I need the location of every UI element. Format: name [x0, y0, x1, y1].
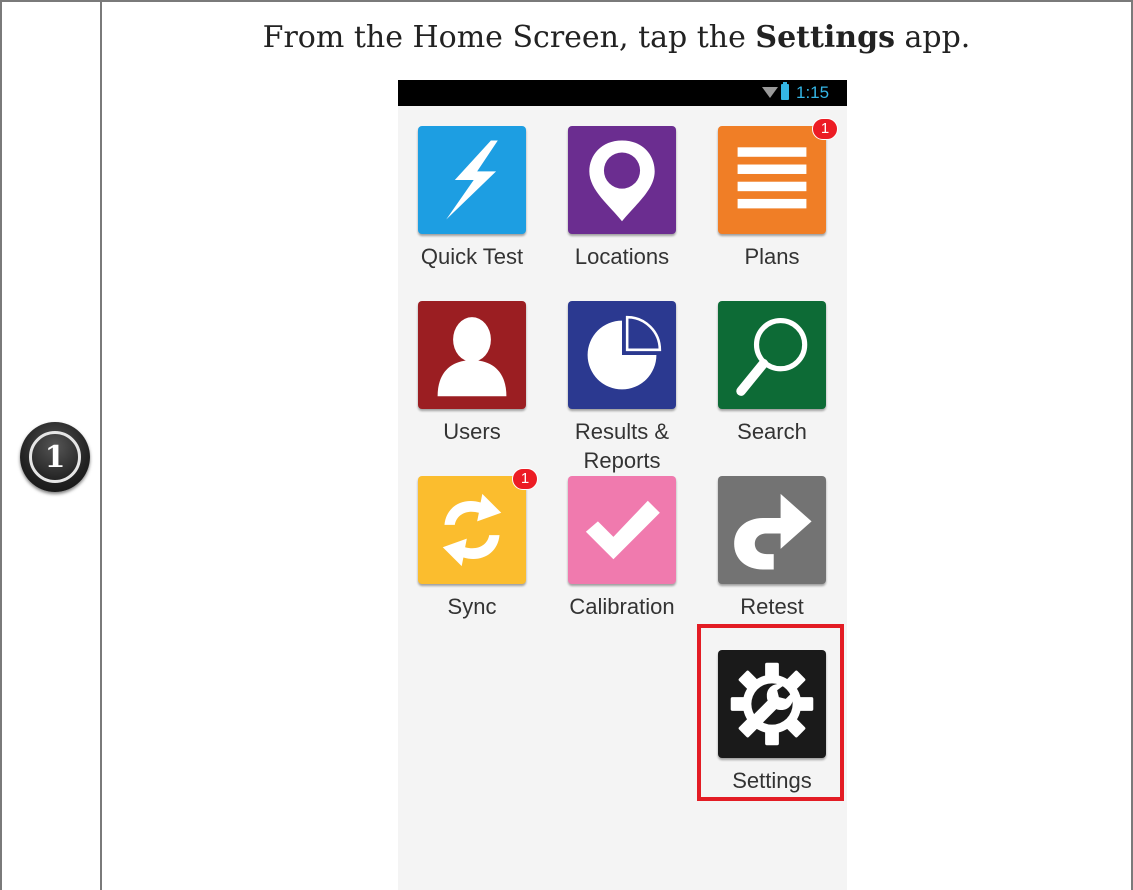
app-results-reports[interactable]: Results & Reports: [547, 301, 697, 475]
app-label: Results & Reports: [574, 419, 670, 473]
magnifier-icon: [736, 318, 808, 396]
app-tile[interactable]: [718, 476, 826, 584]
settings-highlight-box: [697, 624, 844, 801]
app-label: Retest: [740, 594, 804, 619]
app-tile[interactable]: [568, 301, 676, 409]
retest-arrow-icon: [734, 493, 812, 570]
step-number: 1: [29, 431, 81, 483]
sync-icon: [442, 493, 502, 567]
app-search[interactable]: Search: [697, 301, 847, 446]
app-sync[interactable]: 1 Sync: [398, 468, 547, 621]
app-tile[interactable]: 1: [718, 118, 838, 234]
app-label: Search: [737, 419, 807, 444]
instruction-text: From the Home Screen, tap the Settings a…: [102, 20, 1131, 55]
app-label: Quick Test: [420, 244, 524, 269]
app-tile[interactable]: [418, 301, 526, 409]
app-label: Calibration: [569, 594, 675, 619]
app-tile[interactable]: [718, 301, 826, 409]
app-tile[interactable]: [568, 126, 676, 234]
instruction-prefix: From the Home Screen, tap the: [262, 20, 756, 55]
app-label: Sync: [447, 594, 497, 619]
notification-badge: 1: [812, 118, 838, 140]
app-tile[interactable]: [418, 126, 526, 234]
user-icon: [437, 317, 507, 397]
status-time: 1:15: [796, 83, 830, 102]
notification-badge: 1: [512, 468, 538, 490]
app-plans[interactable]: 1 Plans: [697, 118, 847, 271]
pie-chart-icon: [587, 315, 662, 390]
app-label: Users: [443, 419, 501, 444]
wifi-icon: [762, 87, 778, 98]
app-locations[interactable]: Locations: [547, 126, 697, 271]
app-quick-test[interactable]: Quick Test: [398, 126, 547, 271]
app-label: Plans: [744, 244, 800, 269]
status-bar: 1:15: [398, 80, 847, 106]
instruction-emphasis: Settings: [755, 20, 895, 55]
map-pin-icon: [589, 140, 655, 222]
app-tile[interactable]: 1: [418, 468, 538, 584]
list-icon: [737, 147, 807, 209]
app-calibration[interactable]: Calibration: [547, 476, 697, 621]
battery-icon: [781, 82, 789, 100]
app-users[interactable]: Users: [398, 301, 547, 446]
checkmark-icon: [585, 500, 660, 560]
instruction-suffix: app.: [894, 20, 971, 55]
lightning-icon: [446, 140, 498, 220]
app-tile[interactable]: [568, 476, 676, 584]
step-number-badge: 1: [20, 422, 90, 492]
app-retest[interactable]: Retest: [697, 476, 847, 621]
column-divider: [100, 0, 102, 890]
app-label: Locations: [574, 244, 670, 269]
